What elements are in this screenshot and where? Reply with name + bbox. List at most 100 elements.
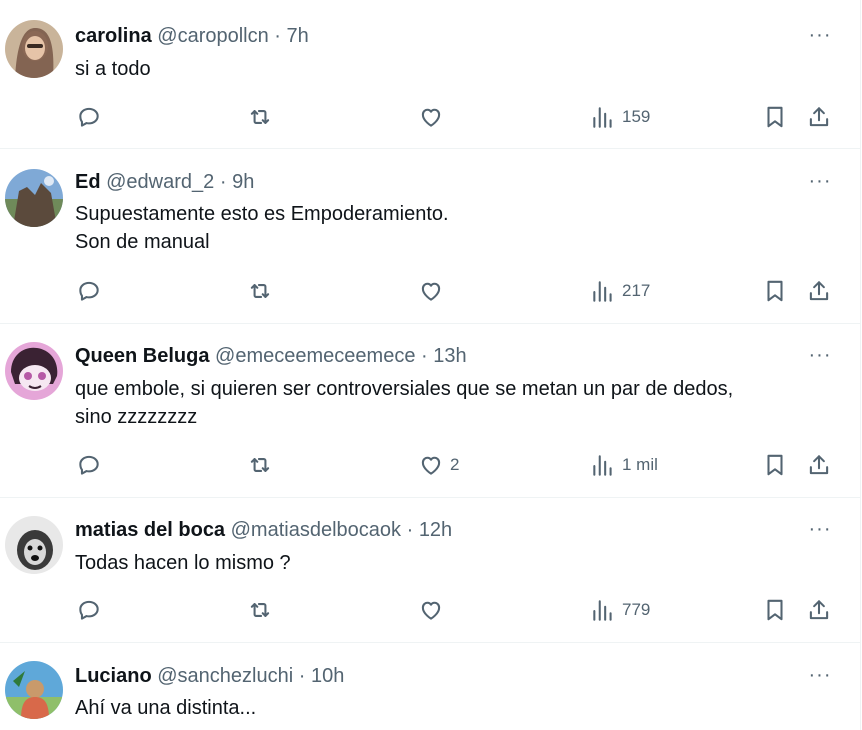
like-button[interactable]	[418, 102, 450, 132]
display-name[interactable]: matias del boca	[75, 519, 225, 541]
like-count: 2	[450, 455, 460, 474]
separator: ·	[298, 665, 306, 687]
more-icon[interactable]: ···	[805, 171, 835, 191]
avatar[interactable]	[5, 342, 63, 400]
separator: ·	[219, 171, 227, 193]
handle[interactable]: @sanchezluchi	[157, 665, 293, 687]
share-button[interactable]	[806, 450, 832, 480]
avatar[interactable]	[5, 169, 63, 227]
tweet-text-line: Son de manual	[75, 231, 210, 253]
like-icon	[421, 601, 441, 620]
tweet-header: matias del boca @matiasdelbocaok · 12h	[75, 517, 452, 543]
reply-button[interactable]	[76, 102, 102, 132]
handle[interactable]: @matiasdelbocaok	[231, 519, 401, 541]
view-count: 217	[622, 281, 651, 300]
display-name[interactable]: carolina	[75, 25, 152, 47]
tweet[interactable]: Luciano @sanchezluchi · 10h ··· Ahí va u…	[0, 643, 860, 730]
separator: ·	[421, 345, 428, 367]
tweet-header: Queen Beluga @emeceemeceemece · 13h	[75, 343, 467, 369]
views-button[interactable]: 779	[590, 595, 650, 625]
view-count: 1 mil	[622, 455, 658, 474]
action-bar: 217	[0, 276, 860, 306]
bookmark-button[interactable]	[762, 450, 788, 480]
share-icon	[809, 281, 829, 301]
timestamp[interactable]: 12h	[419, 519, 452, 541]
handle[interactable]: @emeceemeceemece	[215, 345, 415, 367]
tweet[interactable]: Ed @edward_2 · 9h ··· Supuestamente esto…	[0, 149, 860, 324]
tweet[interactable]: carolina @caropollcn · 7h ··· si a todo …	[0, 0, 860, 149]
reply-icon	[79, 107, 99, 127]
action-bar: 779	[0, 595, 860, 625]
like-button[interactable]	[418, 276, 450, 306]
avatar[interactable]	[5, 20, 63, 78]
view-count: 159	[622, 107, 651, 126]
reply-feed: carolina @caropollcn · 7h ··· si a todo …	[0, 0, 861, 730]
timestamp[interactable]: 7h	[287, 25, 309, 47]
views-icon	[593, 600, 612, 621]
bookmark-button[interactable]	[762, 276, 788, 306]
share-button[interactable]	[806, 595, 832, 625]
share-button[interactable]	[806, 276, 832, 306]
more-icon[interactable]: ···	[805, 519, 835, 539]
reply-icon	[79, 455, 99, 475]
tweet[interactable]: matias del boca @matiasdelbocaok · 12h ·…	[0, 498, 860, 643]
tweet-text-line: Supuestamente esto es Empoderamiento.	[75, 203, 449, 225]
retweet-icon	[250, 458, 270, 472]
retweet-button[interactable]	[247, 102, 273, 132]
tweet-text: si a todo	[75, 55, 151, 83]
share-icon	[809, 107, 829, 127]
views-icon	[593, 281, 612, 302]
tweet-text: que embole, si quieren ser controversial…	[75, 375, 733, 431]
display-name[interactable]: Ed	[75, 171, 101, 193]
reply-button[interactable]	[76, 276, 102, 306]
tweet-text-line: si a todo	[75, 58, 151, 80]
tweet-text-line: Ahí va una distinta...	[75, 697, 257, 719]
reply-button[interactable]	[76, 450, 102, 480]
retweet-button[interactable]	[247, 276, 273, 306]
tweet-text-line: que embole, si quieren ser controversial…	[75, 378, 734, 400]
timestamp[interactable]: 10h	[311, 665, 344, 687]
reply-icon	[79, 281, 99, 301]
like-button[interactable]: 2	[418, 450, 459, 480]
reply-icon	[79, 600, 99, 620]
views-icon	[593, 455, 612, 476]
bookmark-button[interactable]	[762, 595, 788, 625]
display-name[interactable]: Queen Beluga	[75, 345, 209, 367]
like-icon	[421, 108, 441, 127]
retweet-button[interactable]	[247, 450, 273, 480]
tweet-header: Luciano @sanchezluchi · 10h	[75, 663, 344, 689]
retweet-icon	[250, 110, 270, 124]
like-button[interactable]	[418, 595, 450, 625]
action-bar: 2 1 mil	[0, 450, 860, 480]
views-button[interactable]: 217	[590, 276, 650, 306]
like-icon	[421, 282, 441, 301]
views-icon	[593, 107, 612, 128]
timestamp[interactable]: 9h	[232, 171, 254, 193]
more-icon[interactable]: ···	[805, 345, 835, 365]
separator: ·	[274, 25, 281, 47]
handle[interactable]: @edward_2	[106, 171, 214, 193]
bookmark-icon	[767, 106, 783, 128]
bookmark-icon	[767, 454, 783, 476]
avatar[interactable]	[5, 661, 63, 719]
reply-button[interactable]	[76, 595, 102, 625]
share-icon	[809, 455, 829, 475]
like-icon	[421, 456, 441, 475]
display-name[interactable]: Luciano	[75, 665, 152, 687]
retweet-icon	[250, 603, 270, 617]
timestamp[interactable]: 13h	[433, 345, 466, 367]
bookmark-icon	[767, 599, 783, 621]
bookmark-button[interactable]	[762, 102, 788, 132]
bookmark-icon	[767, 280, 783, 302]
tweet[interactable]: Queen Beluga @emeceemeceemece · 13h ··· …	[0, 324, 860, 498]
views-button[interactable]: 159	[590, 102, 650, 132]
handle[interactable]: @caropollcn	[157, 25, 268, 47]
retweet-button[interactable]	[247, 595, 273, 625]
more-icon[interactable]: ···	[805, 25, 835, 45]
tweet-text-line: Todas hacen lo mismo ?	[75, 552, 291, 574]
avatar[interactable]	[5, 516, 63, 574]
view-count: 779	[622, 600, 651, 619]
views-button[interactable]: 1 mil	[590, 450, 658, 480]
share-button[interactable]	[806, 102, 832, 132]
more-icon[interactable]: ···	[805, 665, 835, 685]
